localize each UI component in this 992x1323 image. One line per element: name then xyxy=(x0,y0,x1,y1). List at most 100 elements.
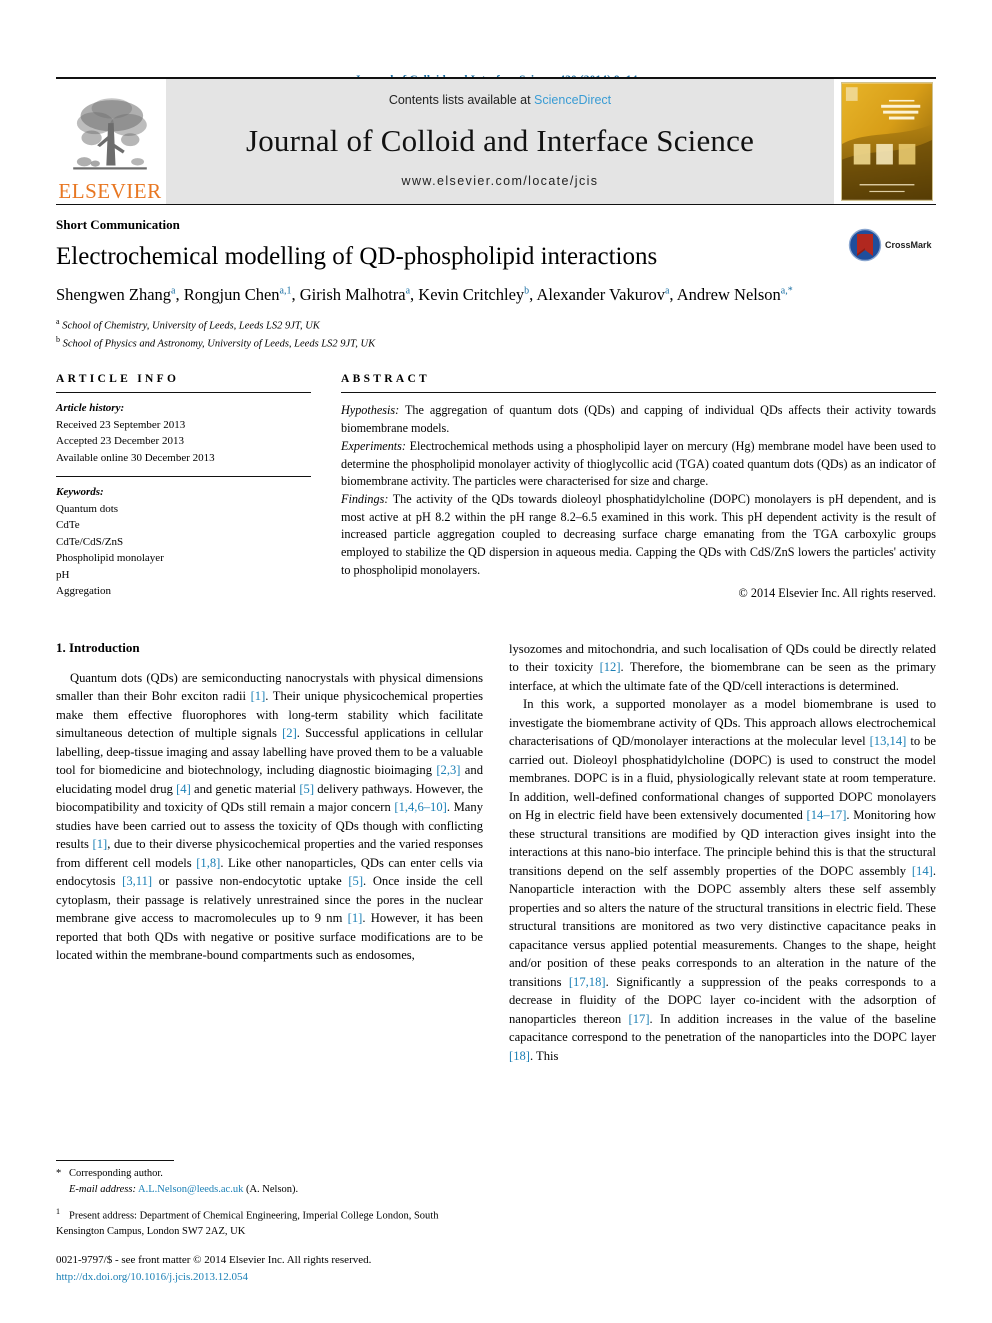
email-label: E-mail address: xyxy=(69,1183,136,1195)
citation-link[interactable]: [1] xyxy=(348,911,363,925)
present-address-mark: 1 xyxy=(56,1207,60,1217)
citation-link[interactable]: [5] xyxy=(299,782,314,796)
citation-link[interactable]: [1] xyxy=(93,837,108,851)
citation-link[interactable]: [14–17] xyxy=(807,808,847,822)
affiliation-mark: b xyxy=(56,334,60,344)
body-column-right: lysozomes and mitochondria, and such loc… xyxy=(509,640,936,1066)
info-abstract-block: ARTICLE INFO Article history: Received 2… xyxy=(56,373,936,616)
running-head: Journal of Colloid and Interface Science… xyxy=(56,0,936,86)
introduction-heading: 1. Introduction xyxy=(56,639,140,655)
hypothesis-text: The aggregation of quantum dots (QDs) an… xyxy=(341,403,936,436)
author-affiliation-mark: a xyxy=(405,285,411,297)
elsevier-logo: ELSEVIER xyxy=(56,79,164,204)
citation-link[interactable]: [12] xyxy=(600,660,621,674)
intro-text-right: lysozomes and mitochondria, and such loc… xyxy=(509,640,936,1066)
citation-link[interactable]: [2] xyxy=(282,726,297,740)
affiliation-mark: a xyxy=(56,317,60,327)
author-name: Girish Malhotraa xyxy=(299,284,411,304)
citation-link[interactable]: [14] xyxy=(912,864,933,878)
abstract-heading: ABSTRACT xyxy=(341,373,431,386)
abstract-column: ABSTRACT Hypothesis: The aggregation of … xyxy=(341,373,936,610)
author-affiliation-mark: a xyxy=(171,285,176,297)
body-columns: 1. Introduction Quantum dots (QDs) are s… xyxy=(56,640,936,1066)
abstract-hypothesis: Hypothesis: The aggregation of quantum d… xyxy=(341,402,936,437)
citation-link[interactable]: [4] xyxy=(176,782,191,796)
experiments-text: Electrochemical methods using a phosphol… xyxy=(341,438,936,489)
author-name: Kevin Critchleyb xyxy=(418,284,530,304)
keyword-item-2: CdTe/CdS/ZnS xyxy=(56,535,124,548)
crossmark-label: CrossMark xyxy=(885,240,932,250)
citation-link[interactable]: [17] xyxy=(629,1012,650,1026)
history-item-0: Received 23 September 2013 xyxy=(56,418,186,431)
author-affiliation-mark: a,* xyxy=(780,285,793,297)
affiliation-item: b School of Physics and Astronomy, Unive… xyxy=(56,334,376,350)
email-suffix: (A. Nelson). xyxy=(243,1183,299,1195)
findings-label: Findings: xyxy=(341,491,389,506)
abstract-findings: Findings: The activity of the QDs toward… xyxy=(341,491,936,579)
page-title: Electrochemical modelling of QD-phosphol… xyxy=(56,243,658,270)
article-info-column: ARTICLE INFO Article history: Received 2… xyxy=(56,373,311,610)
email-note: E-mail address: A.L.Nelson@leeds.ac.uk (… xyxy=(56,1182,483,1197)
sciencedirect-link[interactable]: ScienceDirect xyxy=(534,93,611,107)
corresponding-author-note: * Corresponding author. xyxy=(56,1166,483,1181)
corresponding-text: Corresponding author. xyxy=(69,1167,163,1179)
intro-text-left: Quantum dots (QDs) are semiconducting na… xyxy=(56,669,483,965)
keyword-item-5: Aggregation xyxy=(56,585,111,598)
experiments-label: Experiments: xyxy=(341,438,406,453)
history-item-1: Accepted 23 December 2013 xyxy=(56,435,184,448)
journal-cover-thumbnail xyxy=(838,79,936,204)
article-info-heading: ARTICLE INFO xyxy=(56,373,180,386)
crossmark-icon xyxy=(848,228,882,262)
citation-link[interactable]: [17,18] xyxy=(569,975,606,989)
keyword-item-1: CdTe xyxy=(56,519,80,532)
contents-lists-line: Contents lists available at ScienceDirec… xyxy=(389,93,611,107)
citation-link[interactable]: [3,11] xyxy=(122,874,152,888)
citation-link[interactable]: [18] xyxy=(509,1049,530,1063)
citation-link[interactable]: [1,8] xyxy=(196,856,220,870)
crossmark-badge[interactable]: CrossMark xyxy=(848,225,936,265)
intro-paragraph-1: Quantum dots (QDs) are semiconducting na… xyxy=(56,670,484,963)
author-affiliation-mark: a,1 xyxy=(279,285,292,297)
article-header: CrossMark Short Communication Electroche… xyxy=(56,205,936,351)
citation-link[interactable]: [1,4,6–10] xyxy=(394,800,446,814)
email-link[interactable]: A.L.Nelson@leeds.ac.uk xyxy=(138,1184,243,1195)
elsevier-wordmark: ELSEVIER xyxy=(58,179,162,203)
abstract-copyright: © 2014 Elsevier Inc. All rights reserved… xyxy=(738,586,936,601)
citation-link[interactable]: [13,14] xyxy=(870,734,907,748)
keyword-item-0: Quantum dots xyxy=(56,502,119,515)
present-address-text: Present address: Department of Chemical … xyxy=(56,1210,439,1237)
corresponding-mark: * xyxy=(56,1167,62,1179)
elsevier-tree-icon xyxy=(73,98,147,170)
keywords-group: Keywords: Quantum dots CdTe CdTe/CdS/ZnS… xyxy=(56,477,311,610)
author-name: Shengwen Zhanga xyxy=(56,284,176,304)
intro-paragraph-2: lysozomes and mitochondria, and such loc… xyxy=(509,641,936,693)
doi-link[interactable]: http://dx.doi.org/10.1016/j.jcis.2013.12… xyxy=(56,1269,483,1286)
keyword-item-3: Phospholipid monolayer xyxy=(56,552,164,565)
article-section-type: Short Communication xyxy=(56,217,180,232)
author-name: Rongjun Chena,1 xyxy=(183,284,292,304)
author-affiliation-mark: b xyxy=(524,285,530,297)
body-column-left: 1. Introduction Quantum dots (QDs) are s… xyxy=(56,640,483,1066)
citation-link[interactable]: [2,3] xyxy=(436,763,460,777)
article-history-group: Article history: Received 23 September 2… xyxy=(56,393,311,476)
article-history-label: Article history: xyxy=(56,402,125,415)
citation-link[interactable]: [5] xyxy=(348,874,363,888)
contents-prefix: Contents lists available at xyxy=(388,93,535,107)
citation-link[interactable]: [1] xyxy=(251,689,266,703)
footnote-block: * Corresponding author. E-mail address: A… xyxy=(56,1159,483,1285)
issn-block: 0021-9797/$ - see front matter © 2014 El… xyxy=(56,1252,483,1285)
author-affiliation-mark: a xyxy=(664,285,670,297)
author-name: Andrew Nelsona,* xyxy=(676,284,793,304)
article-page: Journal of Colloid and Interface Science… xyxy=(0,0,992,1323)
issn-line: 0021-9797/$ - see front matter © 2014 El… xyxy=(56,1254,372,1266)
intro-paragraph-3: In this work, a supported monolayer as a… xyxy=(509,697,937,1063)
keyword-item-4: pH xyxy=(56,568,70,581)
keywords-label: Keywords: xyxy=(56,486,104,499)
hypothesis-label: Hypothesis: xyxy=(341,403,400,418)
journal-title: Journal of Colloid and Interface Science xyxy=(245,122,755,158)
abstract-experiments: Experiments: Electrochemical methods usi… xyxy=(341,438,936,491)
author-name: Alexander Vakurova xyxy=(536,284,670,304)
journal-masthead: ELSEVIER Contents lists available at Sci… xyxy=(56,77,936,204)
present-address-note: 1 Present address: Department of Chemical… xyxy=(56,1206,483,1239)
journal-homepage-url[interactable]: www.elsevier.com/locate/jcis xyxy=(402,174,599,188)
